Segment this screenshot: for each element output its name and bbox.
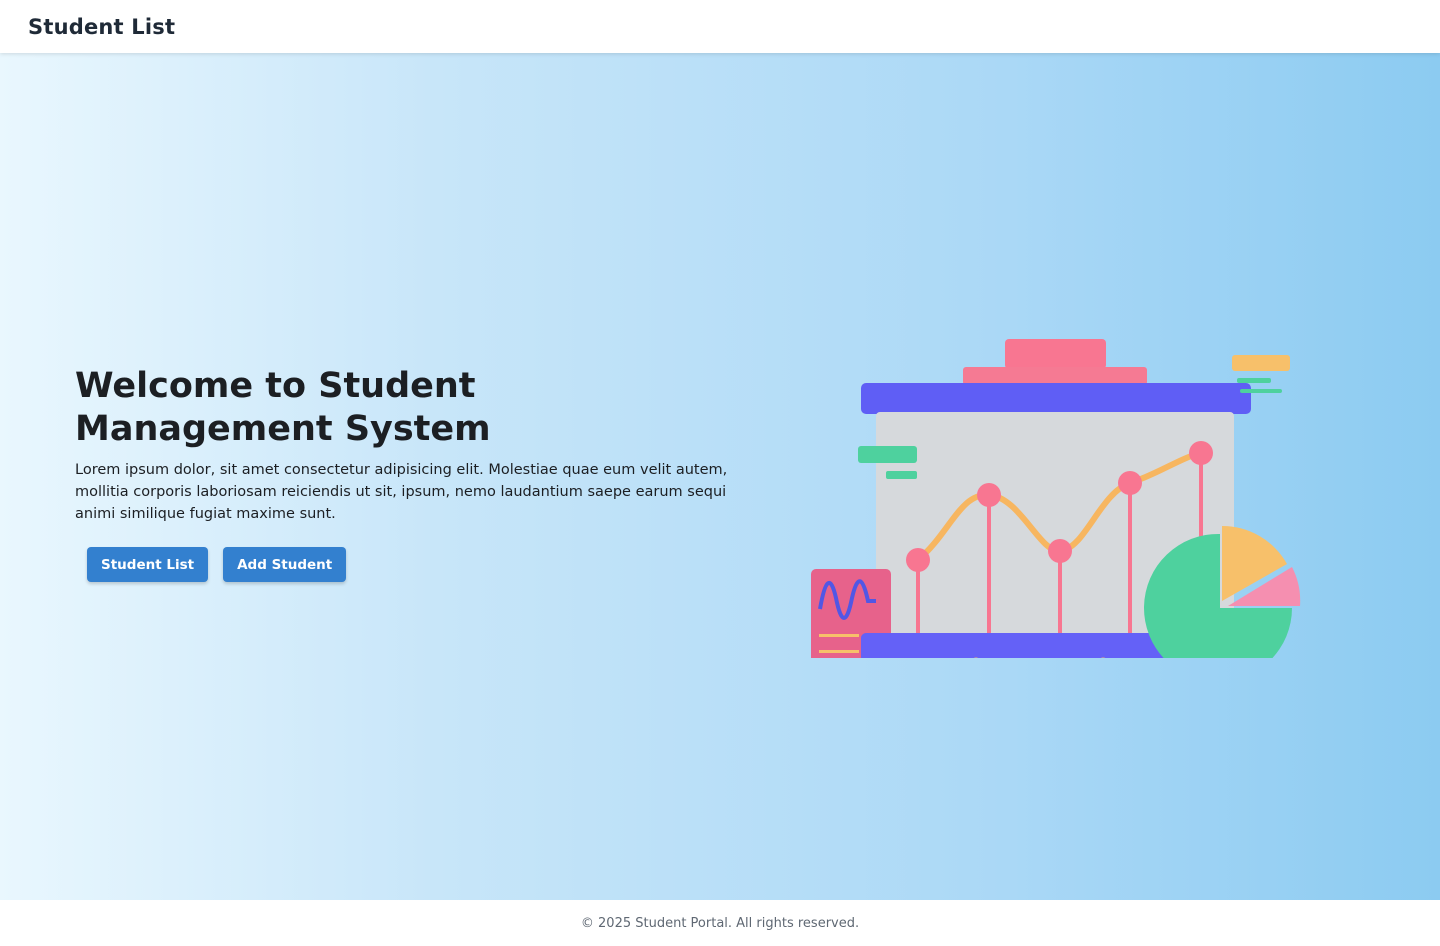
presentation-board-illustration bbox=[811, 339, 1301, 658]
footer-copyright: © 2025 Student Portal. All rights reserv… bbox=[580, 915, 860, 931]
hero-section: Welcome to Student Management System Lor… bbox=[0, 53, 1440, 900]
navbar: Student List bbox=[0, 0, 1440, 53]
hero-text: Welcome to Student Management System Lor… bbox=[75, 365, 735, 582]
hero-button-row: Student List Add Student bbox=[87, 547, 735, 582]
hero-title: Welcome to Student Management System bbox=[75, 366, 491, 449]
footer: © 2025 Student Portal. All rights reserv… bbox=[0, 900, 1440, 946]
hero-description: Lorem ipsum dolor, sit amet consectetur … bbox=[75, 462, 728, 522]
add-student-button[interactable]: Add Student bbox=[223, 547, 347, 582]
navbar-brand[interactable]: Student List bbox=[28, 15, 175, 39]
student-list-button[interactable]: Student List bbox=[87, 547, 209, 582]
